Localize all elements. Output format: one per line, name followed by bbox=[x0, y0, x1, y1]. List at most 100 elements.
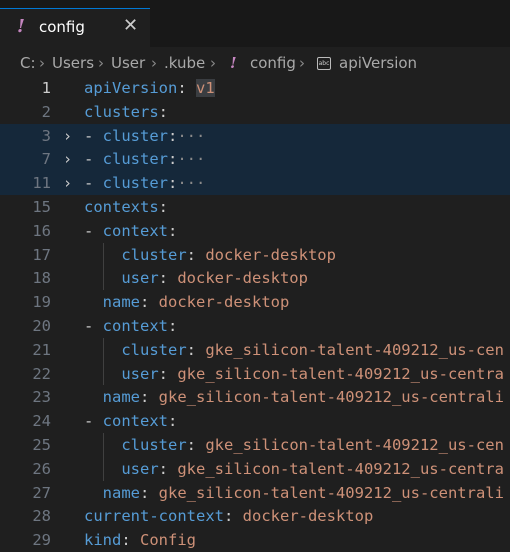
code-line[interactable]: 15 contexts: bbox=[0, 195, 510, 219]
line-number: 29 bbox=[32, 531, 51, 550]
yaml-key: cluster bbox=[102, 150, 168, 169]
code-line[interactable]: 7 › - cluster:··· bbox=[0, 147, 510, 172]
yaml-colon: : bbox=[140, 388, 159, 407]
yaml-colon: : bbox=[168, 412, 178, 431]
yaml-key: contexts bbox=[84, 198, 159, 216]
code-text: user: docker-desktop bbox=[84, 266, 308, 290]
code-line[interactable]: 21 cluster: gke_silicon-talent-409212_us… bbox=[0, 338, 510, 362]
code-text: - context: bbox=[84, 314, 177, 338]
yaml-colon: : bbox=[186, 436, 206, 454]
yaml-key: name bbox=[102, 388, 140, 407]
folded-ellipsis[interactable]: ··· bbox=[177, 127, 205, 145]
code-line[interactable]: 24 - context: bbox=[0, 409, 510, 433]
fold-chevron-icon[interactable]: › bbox=[63, 171, 72, 195]
yaml-key: context bbox=[102, 412, 168, 431]
line-number: 2 bbox=[41, 102, 51, 121]
yaml-colon: : bbox=[158, 364, 178, 383]
code-line[interactable]: 19 name: docker-desktop bbox=[0, 290, 510, 314]
code-line[interactable]: 29 kind: Config bbox=[0, 528, 510, 552]
code-line[interactable]: 27 name: gke_silicon-talent-409212_us-ce… bbox=[0, 481, 510, 505]
code-line[interactable]: 2 clusters: bbox=[0, 100, 510, 124]
breadcrumb-users[interactable]: Users bbox=[52, 54, 94, 72]
code-line[interactable]: 28 current-context: docker-desktop bbox=[0, 504, 510, 528]
yaml-colon: : bbox=[140, 293, 159, 312]
code-line[interactable]: 11 › - cluster:··· bbox=[0, 171, 510, 196]
code-line[interactable]: 20 - context: bbox=[0, 314, 510, 338]
yaml-key: cluster bbox=[121, 340, 187, 359]
code-text: - cluster:··· bbox=[84, 147, 205, 171]
yaml-colon: : bbox=[177, 79, 187, 97]
code-line[interactable]: 16 - context: bbox=[0, 219, 510, 243]
code-text: name: docker-desktop bbox=[84, 290, 290, 314]
breadcrumb-kube[interactable]: .kube bbox=[164, 54, 205, 72]
yaml-value: docker-desktop bbox=[158, 293, 290, 312]
indent-guide bbox=[102, 337, 104, 386]
yaml-colon: : bbox=[158, 269, 178, 288]
yaml-value: docker-desktop bbox=[242, 507, 374, 526]
line-number: 28 bbox=[32, 507, 51, 526]
line-number: 25 bbox=[32, 436, 51, 454]
line-number: 22 bbox=[32, 364, 51, 383]
line-number: 27 bbox=[32, 483, 51, 502]
tab-config[interactable]: ! config ✕ bbox=[0, 8, 150, 47]
line-number: 16 bbox=[32, 221, 51, 240]
yaml-icon: ! bbox=[17, 16, 25, 37]
yaml-value: gke_silicon-talent-409212_us-cen bbox=[205, 340, 504, 359]
breadcrumb-drive[interactable]: C: bbox=[20, 54, 36, 72]
chevron-right-icon: › bbox=[151, 54, 157, 72]
code-line[interactable]: 1 apiVersion: v1 bbox=[0, 76, 510, 100]
code-line[interactable]: 23 name: gke_silicon-talent-409212_us-ce… bbox=[0, 385, 510, 409]
yaml-colon: : bbox=[223, 507, 243, 526]
code-line[interactable]: 17 cluster: docker-desktop bbox=[0, 243, 510, 267]
list-dash: - bbox=[84, 174, 103, 193]
yaml-key: user bbox=[121, 269, 159, 288]
yaml-key: user bbox=[121, 459, 159, 478]
code-line[interactable]: 22 user: gke_silicon-talent-409212_us-ce… bbox=[0, 362, 510, 386]
yaml-value: gke_silicon-talent-409212_us-cen bbox=[205, 436, 504, 454]
yaml-icon: ! bbox=[230, 54, 237, 72]
breadcrumb-file[interactable]: config bbox=[250, 54, 296, 72]
yaml-colon: : bbox=[168, 221, 178, 240]
chevron-right-icon: › bbox=[98, 54, 104, 72]
yaml-key: clusters bbox=[84, 102, 159, 121]
fold-chevron-icon[interactable]: › bbox=[63, 124, 72, 148]
yaml-value: Config bbox=[140, 531, 196, 550]
yaml-value: gke_silicon-talent-409212_us-centrali bbox=[158, 388, 504, 407]
line-number: 11 bbox=[32, 174, 51, 193]
folded-ellipsis[interactable]: ··· bbox=[177, 150, 205, 168]
tab-label: config bbox=[39, 18, 85, 36]
fold-chevron-icon[interactable]: › bbox=[63, 147, 72, 171]
yaml-colon: : bbox=[158, 198, 168, 216]
code-text: current-context: docker-desktop bbox=[84, 504, 373, 528]
code-text: apiVersion: v1 bbox=[84, 76, 215, 100]
yaml-key: name bbox=[102, 483, 140, 502]
code-editor[interactable]: 1 apiVersion: v1 2 clusters: 3 › - cluster:···… bbox=[0, 76, 510, 551]
yaml-key: cluster bbox=[121, 436, 187, 454]
line-number: 19 bbox=[32, 293, 51, 312]
code-line[interactable]: 25 cluster: gke_silicon-talent-409212_us… bbox=[0, 433, 510, 457]
breadcrumb: C: › Users › User › .kube › ! config › a… bbox=[0, 50, 510, 76]
list-dash: - bbox=[84, 317, 103, 335]
chevron-right-icon: › bbox=[210, 54, 216, 72]
code-text: cluster: docker-desktop bbox=[84, 243, 336, 267]
code-text: name: gke_silicon-talent-409212_us-centr… bbox=[84, 481, 504, 505]
code-line[interactable]: 18 user: docker-desktop bbox=[0, 266, 510, 290]
code-text: contexts: bbox=[84, 195, 168, 219]
yaml-key: current-context bbox=[84, 507, 224, 526]
close-icon[interactable]: ✕ bbox=[123, 15, 138, 36]
code-text: user: gke_silicon-talent-409212_us-centr… bbox=[84, 457, 504, 481]
code-line[interactable]: 3 › - cluster:··· bbox=[0, 123, 510, 148]
yaml-colon: : bbox=[158, 459, 178, 478]
folded-ellipsis[interactable]: ··· bbox=[177, 174, 205, 192]
line-number: 7 bbox=[41, 150, 51, 169]
code-line[interactable]: 26 user: gke_silicon-talent-409212_us-ce… bbox=[0, 457, 510, 481]
yaml-colon: : bbox=[168, 174, 178, 193]
code-text: - context: bbox=[84, 219, 177, 243]
yaml-key: user bbox=[121, 364, 159, 383]
breadcrumb-user[interactable]: User bbox=[111, 54, 145, 72]
yaml-key: kind bbox=[84, 531, 122, 550]
breadcrumb-symbol[interactable]: apiVersion bbox=[339, 54, 417, 72]
code-text: clusters: bbox=[84, 100, 168, 124]
line-number: 1 bbox=[41, 79, 51, 97]
yaml-colon: : bbox=[168, 126, 178, 145]
